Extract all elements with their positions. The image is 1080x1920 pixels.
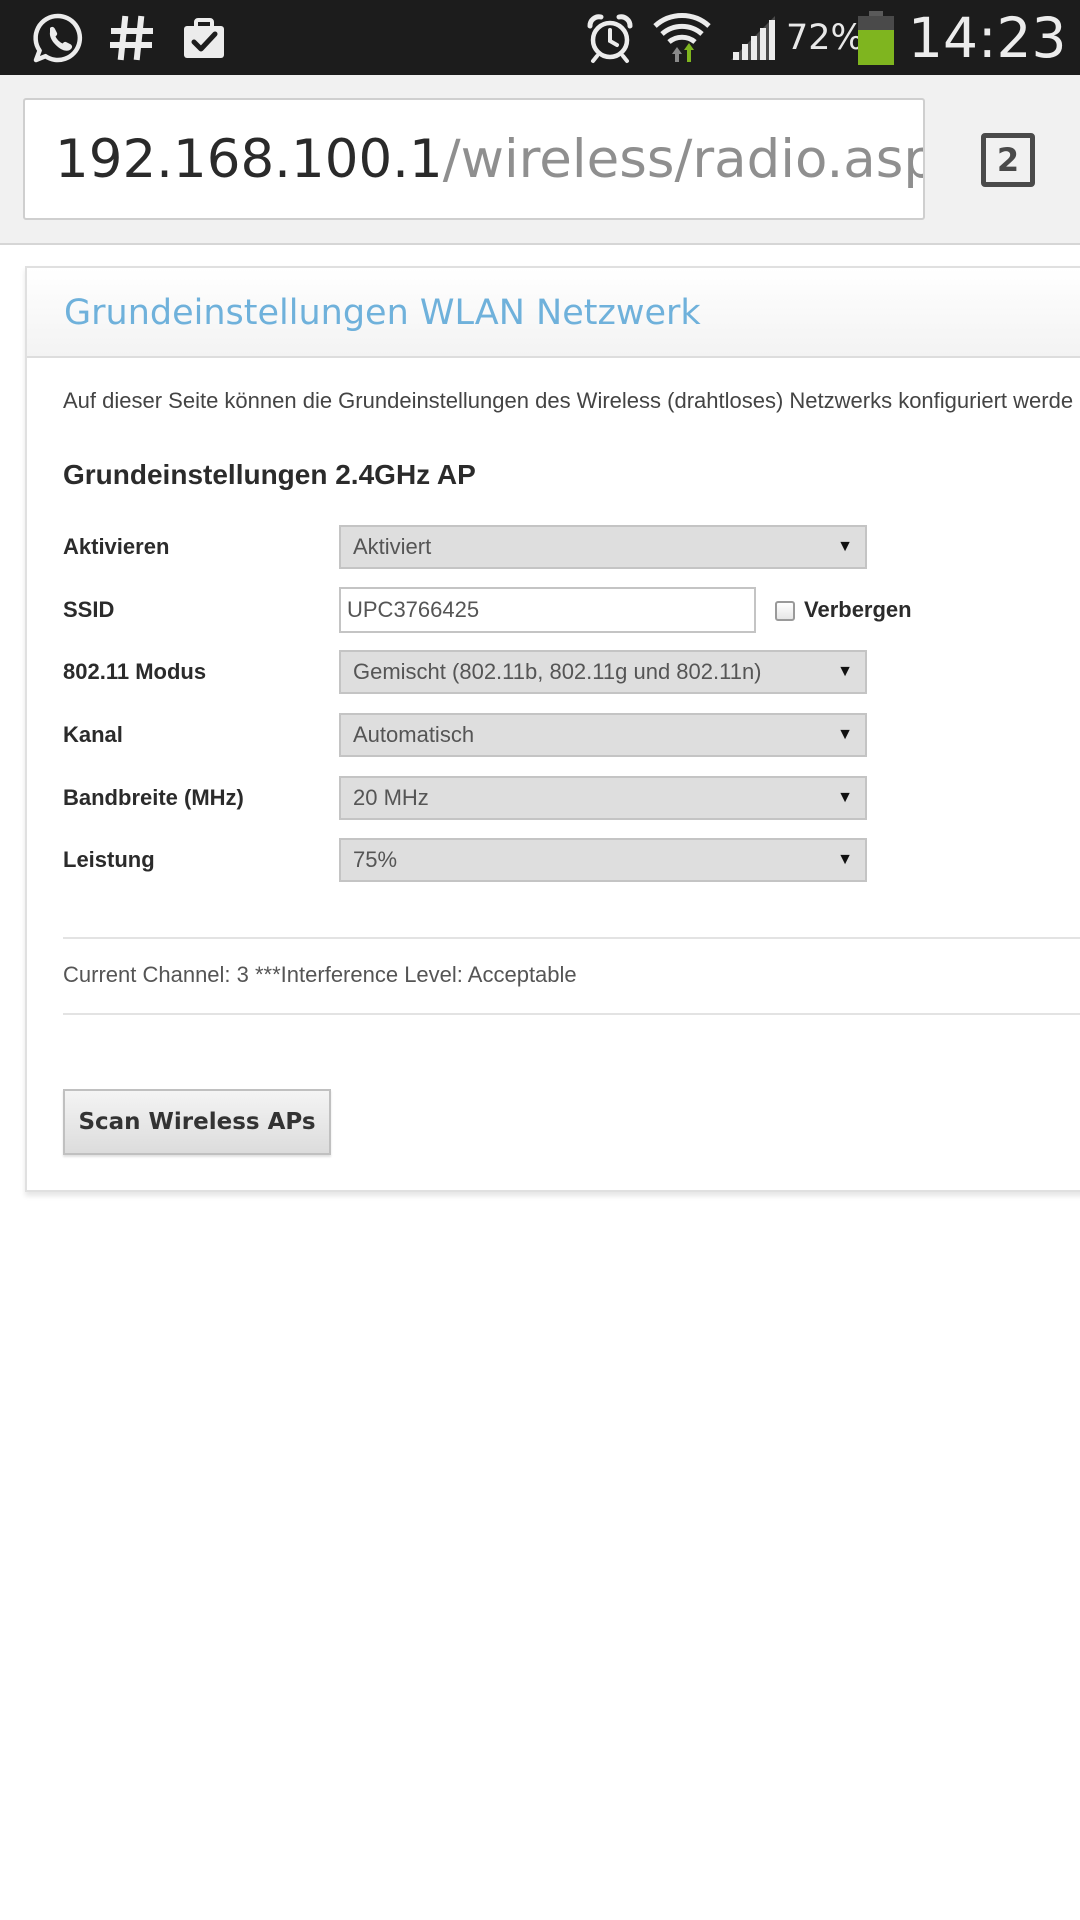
battery-percent: 72% xyxy=(786,17,864,58)
modus-label: 802.11 Modus xyxy=(63,659,207,684)
leistung-select[interactable]: 75% ▼ xyxy=(339,838,867,882)
aktivieren-label: Aktivieren xyxy=(63,534,170,559)
divider xyxy=(63,937,1080,939)
channel-status: Current Channel: 3 ***Interference Level… xyxy=(63,962,577,987)
page-title: Grundeinstellungen WLAN Netzwerk xyxy=(64,293,701,333)
url-host: 192.168.100.1 xyxy=(55,128,443,190)
battery-icon xyxy=(856,0,896,75)
signal-icon xyxy=(728,0,778,75)
leistung-label: Leistung xyxy=(63,847,155,872)
bandbreite-value: 20 MHz xyxy=(353,785,429,810)
kanal-value: Automatisch xyxy=(353,722,475,747)
kanal-select[interactable]: Automatisch ▼ xyxy=(339,713,867,757)
scan-wireless-aps-button[interactable]: Scan Wireless APs xyxy=(63,1089,331,1155)
kanal-label: Kanal xyxy=(63,722,123,747)
modus-value: Gemischt (802.11b, 802.11g und 802.11n) xyxy=(353,659,762,684)
tabs-button[interactable]: 2 xyxy=(981,133,1035,187)
dropdown-arrow-icon: ▼ xyxy=(837,789,853,806)
modus-select[interactable]: Gemischt (802.11b, 802.11g und 802.11n) … xyxy=(339,650,867,694)
clock: 14:23 xyxy=(908,5,1067,70)
ssid-label: SSID xyxy=(63,597,115,622)
status-bar: 72% 14:23 xyxy=(0,0,1080,75)
card-header: Grundeinstellungen WLAN Netzwerk xyxy=(27,268,1080,358)
hide-ssid-label: Verbergen xyxy=(804,597,912,622)
leistung-value: 75% xyxy=(353,847,398,872)
page-description: Auf dieser Seite können die Grundeinstel… xyxy=(63,388,1074,413)
wifi-icon xyxy=(652,0,712,75)
bandbreite-label: Bandbreite (MHz) xyxy=(63,785,244,810)
alarm-icon xyxy=(583,0,637,75)
aktivieren-select[interactable]: Aktiviert ▼ xyxy=(339,525,867,569)
url-path: /wireless/radio.asp xyxy=(442,128,925,190)
dropdown-arrow-icon: ▼ xyxy=(837,538,853,555)
dropdown-arrow-icon: ▼ xyxy=(837,726,853,743)
ssid-input[interactable] xyxy=(339,587,756,633)
dropdown-arrow-icon: ▼ xyxy=(837,851,853,868)
divider xyxy=(63,1013,1080,1015)
browser-toolbar: 192.168.100.1/wireless/radio.asp 2 xyxy=(0,75,1080,245)
whatsapp-icon xyxy=(30,0,86,75)
hide-ssid-checkbox[interactable] xyxy=(775,601,795,621)
bandbreite-select[interactable]: 20 MHz ▼ xyxy=(339,776,867,820)
section-title: Grundeinstellungen 2.4GHz AP xyxy=(63,459,476,490)
url-field[interactable]: 192.168.100.1/wireless/radio.asp xyxy=(23,98,925,220)
aktivieren-value: Aktiviert xyxy=(353,534,432,559)
dropdown-arrow-icon: ▼ xyxy=(837,663,853,680)
clipboard-check-icon xyxy=(178,0,230,75)
hashtag-icon xyxy=(108,0,156,75)
